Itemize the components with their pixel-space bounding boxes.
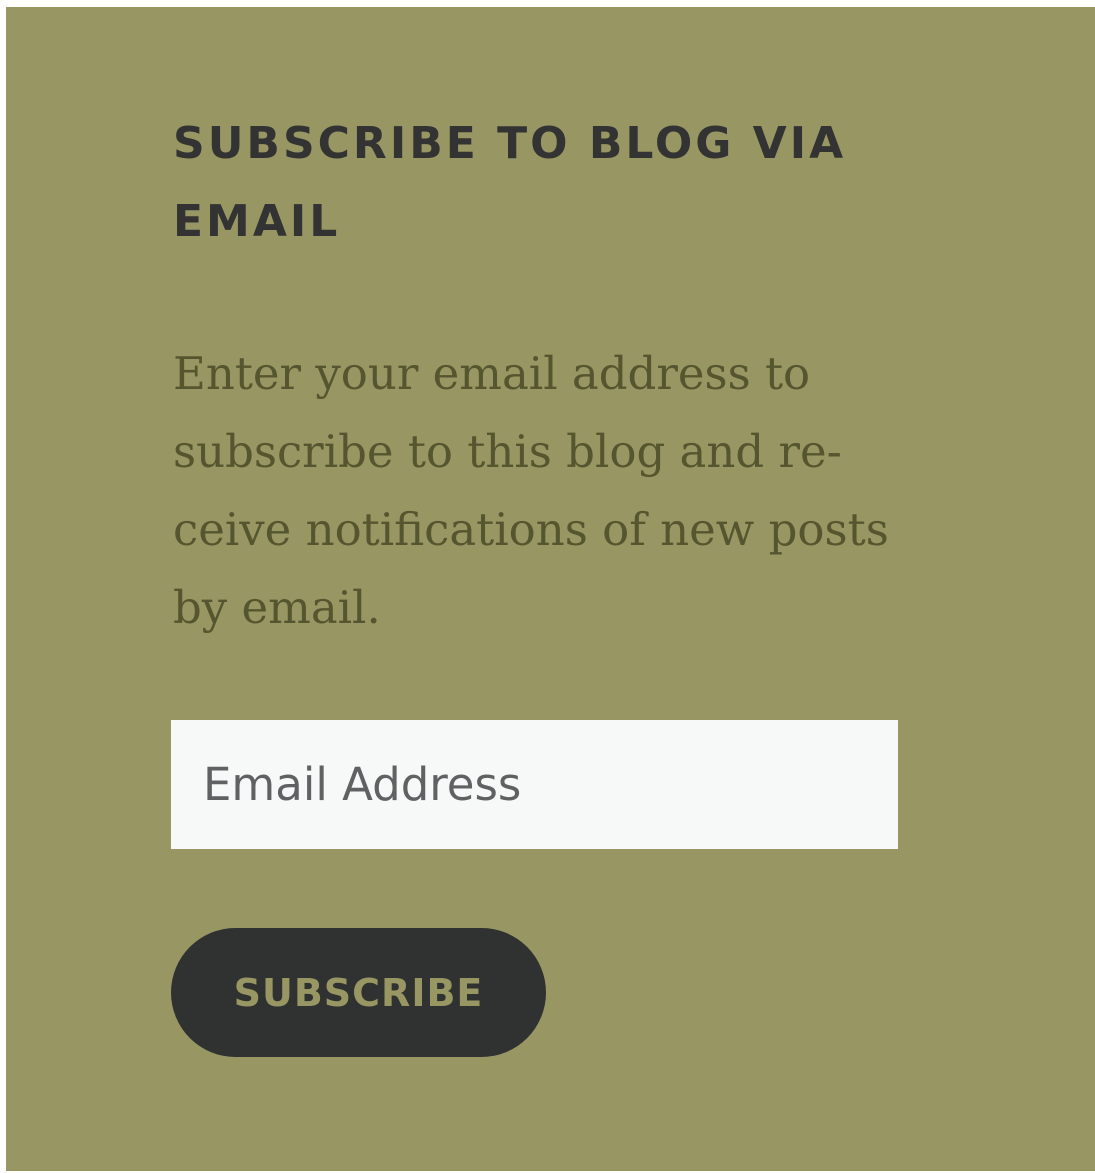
- widget-description: Enter your email address to subscribe to…: [173, 347, 889, 634]
- widget-title: SUBSCRIBE TO BLOG VIA EMAIL: [173, 118, 847, 247]
- subscribe-button[interactable]: SUBSCRIBE: [171, 928, 546, 1057]
- email-field[interactable]: [171, 720, 898, 849]
- subscribe-widget: SUBSCRIBE TO BLOG VIA EMAIL Enter your e…: [6, 7, 1095, 1171]
